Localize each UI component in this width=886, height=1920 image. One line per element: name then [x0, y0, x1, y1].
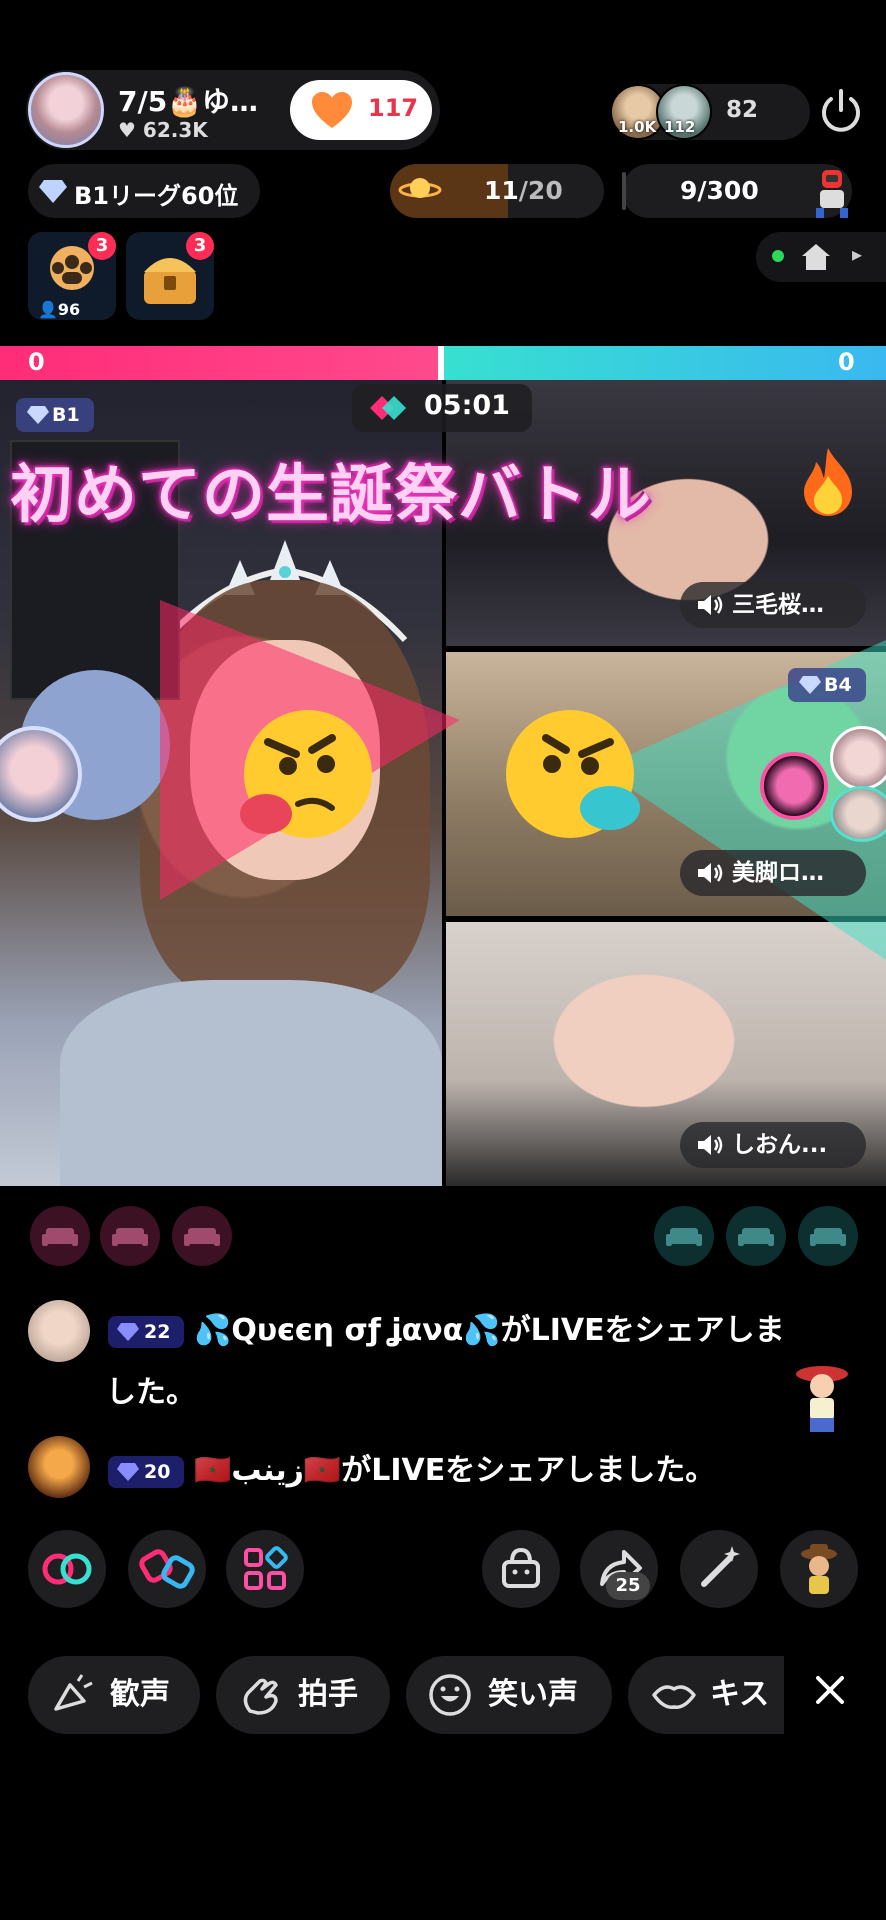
goal-divider [622, 172, 626, 210]
link-icon [42, 1553, 92, 1585]
apps-grid-icon [244, 1546, 288, 1590]
angry-punch-emoji [240, 710, 372, 838]
dress-shape [60, 980, 442, 1186]
host-likes: ♥ 62.3K [118, 118, 208, 142]
fan-club-count-value: 96 [57, 300, 81, 319]
task-progress-current: 11 [484, 176, 519, 205]
gift-button[interactable] [780, 1530, 858, 1608]
speaker-icon [698, 1135, 723, 1155]
reaction-label: 歓声 [110, 1677, 170, 1712]
supporter-avatar[interactable] [830, 786, 886, 842]
house-icon [802, 244, 830, 270]
sofa-icon [738, 1228, 774, 1246]
host-likes-value: 62.3K [142, 118, 208, 142]
power-icon[interactable] [816, 86, 866, 136]
speaker-icon [698, 595, 723, 615]
angry-punch-emoji [506, 710, 640, 838]
commenter-avatar[interactable] [28, 1300, 90, 1362]
shopping-bag-icon [502, 1547, 540, 1588]
diamond-icon [39, 180, 67, 203]
host-avatar[interactable] [28, 72, 104, 148]
magic-wand-icon [701, 1546, 740, 1587]
battle-icon [370, 396, 406, 420]
score-divider [438, 346, 444, 380]
chevron-right-icon: ▸ [852, 242, 863, 266]
sofa-icon [42, 1228, 78, 1246]
empty-seat-left[interactable] [172, 1206, 232, 1266]
person-icon: 👤 [38, 300, 58, 319]
smile-icon [429, 1674, 471, 1716]
host-league-badge-text: B1 [52, 404, 80, 426]
cowboy-gift-icon [801, 1544, 837, 1594]
close-icon[interactable] [810, 1670, 850, 1710]
multi-guest-button[interactable] [28, 1530, 106, 1608]
comment-text: した。 [106, 1375, 196, 1410]
viewer-score: 112 [664, 118, 696, 136]
supporter-avatar[interactable] [830, 726, 886, 790]
guest-name: 三毛桜… [732, 592, 824, 618]
megaphone-icon [54, 1674, 93, 1711]
reaction-label: キス [710, 1677, 770, 1712]
reaction-label: 拍手 [298, 1677, 358, 1712]
room-menu-pill[interactable]: ▸ [756, 232, 886, 282]
empty-seat-right[interactable] [654, 1206, 714, 1266]
guest-league-badge-text: B4 [824, 674, 852, 696]
empty-seat-right[interactable] [798, 1206, 858, 1266]
host-name: 7/5🎂ゆ… [118, 85, 259, 118]
heart-icon [312, 92, 352, 128]
gem-icon [117, 1323, 139, 1341]
supporter-avatar[interactable] [760, 752, 828, 820]
guest-name: 美脚ロ… [732, 860, 824, 886]
battle-button[interactable] [128, 1530, 206, 1608]
team-left-score-bar [0, 346, 442, 380]
notification-badge: 3 [186, 232, 214, 260]
gift-goal-text: 9/300 [680, 176, 759, 205]
fan-club-count: 👤96 [38, 300, 80, 319]
notification-badge: 3 [88, 232, 116, 260]
sofa-icon [184, 1228, 220, 1246]
battle-timer: 05:01 [424, 390, 510, 421]
cowgirl-sticker-icon [796, 1366, 848, 1432]
saturn-icon [398, 178, 442, 198]
gem-icon [117, 1463, 139, 1481]
league-rank-text: B1リーグ60位 [74, 182, 239, 210]
diamond-icon [27, 406, 49, 424]
lips-icon [652, 1685, 696, 1709]
viewer-count: 82 [726, 97, 759, 123]
task-progress-total: /20 [518, 176, 563, 205]
comment-text: 🇲🇦زينب🇲🇦がLIVEをシェアしました。 [194, 1453, 716, 1488]
robot-icon [816, 170, 848, 218]
heart-small-icon: ♥ [118, 118, 136, 142]
sofa-icon [112, 1228, 148, 1246]
speaker-icon [698, 863, 723, 883]
viewer-score: 1.0K [618, 118, 657, 136]
task-progress-text: 11/20 [484, 176, 563, 205]
team-left-score: 0 [28, 348, 45, 376]
comment-text: 💦Qυєєη σƒ ʝανα💦がLIVEをシェアしま [194, 1313, 785, 1348]
online-dot [772, 250, 784, 262]
user-level: 22 [144, 1321, 171, 1343]
battle-title: 初めての生誕祭バトル [10, 458, 652, 531]
team-right-score: 0 [838, 348, 855, 376]
commenter-avatar[interactable] [28, 1436, 90, 1498]
team-right-score-bar [442, 346, 886, 380]
follow-count: 117 [368, 94, 419, 122]
empty-seat-right[interactable] [726, 1206, 786, 1266]
empty-seat-left[interactable] [100, 1206, 160, 1266]
empty-seat-left[interactable] [30, 1206, 90, 1266]
share-count: 25 [606, 1572, 650, 1600]
diamond-icon [799, 676, 821, 694]
sofa-icon [810, 1228, 846, 1246]
shop-button[interactable] [482, 1530, 560, 1608]
sofa-icon [666, 1228, 702, 1246]
fire-icon [804, 448, 852, 516]
more-apps-button[interactable] [226, 1530, 304, 1608]
reaction-label: 笑い声 [488, 1677, 578, 1712]
battle-gloves-icon [139, 1549, 195, 1589]
guest-name: しおん... [732, 1132, 828, 1158]
user-level: 20 [144, 1461, 171, 1483]
effects-button[interactable] [680, 1530, 758, 1608]
clap-icon [243, 1678, 278, 1715]
